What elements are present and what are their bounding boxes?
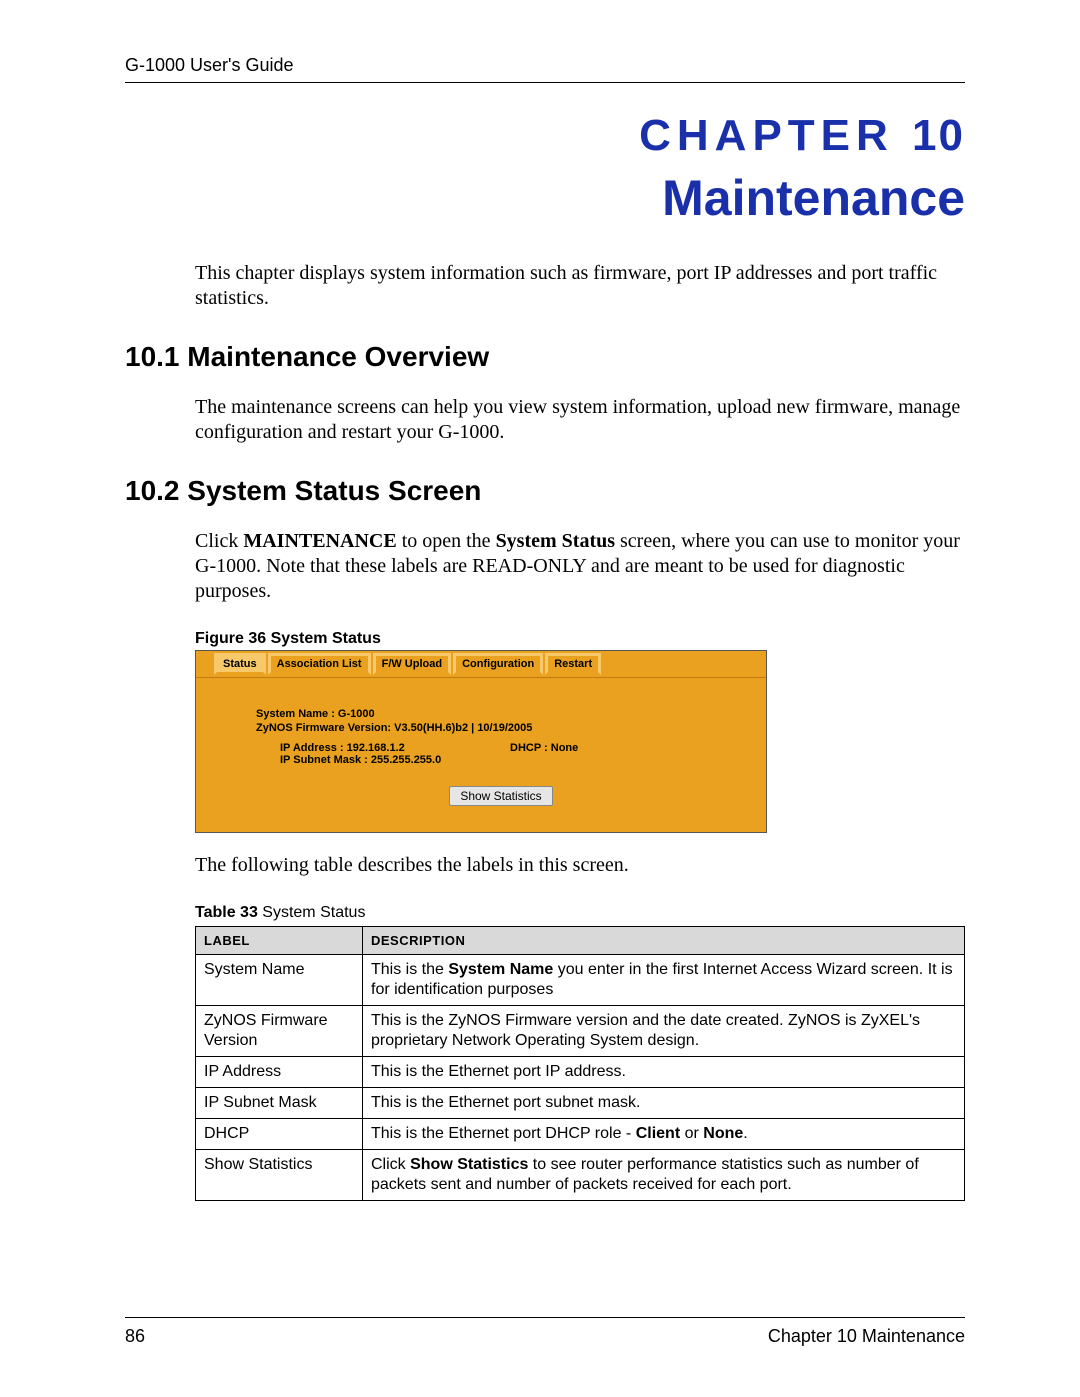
cell-label: DHCP	[196, 1119, 363, 1150]
chapter-title: Maintenance	[125, 169, 965, 227]
cell-label: ZyNOS Firmware Version	[196, 1006, 363, 1057]
tab-association-list[interactable]: Association List	[268, 653, 371, 675]
section-10-1-body: The maintenance screens can help you vie…	[195, 395, 965, 445]
table-row: IP Address This is the Ethernet port IP …	[196, 1057, 965, 1088]
chapter-label: CHAPTER 10	[125, 111, 965, 161]
tab-fw-upload[interactable]: F/W Upload	[373, 653, 452, 675]
page-number: 86	[125, 1326, 145, 1347]
table-row: System Name This is the System Name you …	[196, 955, 965, 1006]
screenshot-dhcp: DHCP : None	[510, 742, 578, 754]
screenshot-ip: IP Address : 192.168.1.2	[280, 742, 510, 754]
tab-status[interactable]: Status	[214, 653, 266, 675]
section-10-2-body: Click MAINTENANCE to open the System Sta…	[195, 529, 965, 604]
cell-desc: This is the ZyNOS Firmware version and t…	[363, 1006, 965, 1057]
figure-caption: Figure 36 System Status	[195, 630, 965, 648]
table-header-row: LABEL DESCRIPTION	[196, 927, 965, 955]
cell-label: IP Address	[196, 1057, 363, 1088]
table-row: ZyNOS Firmware Version This is the ZyNOS…	[196, 1006, 965, 1057]
cell-label: System Name	[196, 955, 363, 1006]
cell-desc: This is the Ethernet port subnet mask.	[363, 1088, 965, 1119]
cell-desc: This is the Ethernet port DHCP role - Cl…	[363, 1119, 965, 1150]
footer-chapter: Chapter 10 Maintenance	[768, 1326, 965, 1347]
chapter-intro: This chapter displays system information…	[195, 261, 965, 311]
table-row: IP Subnet Mask This is the Ethernet port…	[196, 1088, 965, 1119]
tab-configuration[interactable]: Configuration	[453, 653, 543, 675]
table-row: Show Statistics Click Show Statistics to…	[196, 1150, 965, 1201]
table-caption: Table 33 System Status	[195, 904, 965, 922]
chapter-number: 10	[912, 111, 965, 160]
screenshot-mask: IP Subnet Mask : 255.255.255.0	[280, 754, 746, 766]
running-header: G-1000 User's Guide	[125, 55, 965, 83]
screenshot-tab-row: Status Association List F/W Upload Confi…	[196, 651, 766, 677]
chapter-word: CHAPTER	[639, 111, 894, 160]
tab-restart[interactable]: Restart	[545, 653, 601, 675]
table-row: DHCP This is the Ethernet port DHCP role…	[196, 1119, 965, 1150]
section-10-2-heading: 10.2 System Status Screen	[125, 475, 965, 507]
show-statistics-button[interactable]: Show Statistics	[449, 786, 552, 806]
system-status-table: LABEL DESCRIPTION System Name This is th…	[195, 926, 965, 1201]
screenshot-system-name: System Name : G-1000	[256, 708, 746, 720]
th-label: LABEL	[196, 927, 363, 955]
system-status-screenshot: Status Association List F/W Upload Confi…	[195, 650, 767, 833]
cell-label: IP Subnet Mask	[196, 1088, 363, 1119]
th-description: DESCRIPTION	[363, 927, 965, 955]
page-footer: 86 Chapter 10 Maintenance	[125, 1317, 965, 1347]
cell-desc: This is the Ethernet port IP address.	[363, 1057, 965, 1088]
cell-desc: This is the System Name you enter in the…	[363, 955, 965, 1006]
cell-label: Show Statistics	[196, 1150, 363, 1201]
after-figure-text: The following table describes the labels…	[195, 853, 965, 878]
section-10-1-heading: 10.1 Maintenance Overview	[125, 341, 965, 373]
cell-desc: Click Show Statistics to see router perf…	[363, 1150, 965, 1201]
screenshot-firmware: ZyNOS Firmware Version: V3.50(HH.6)b2 | …	[256, 722, 746, 734]
screenshot-body: System Name : G-1000 ZyNOS Firmware Vers…	[196, 677, 766, 832]
